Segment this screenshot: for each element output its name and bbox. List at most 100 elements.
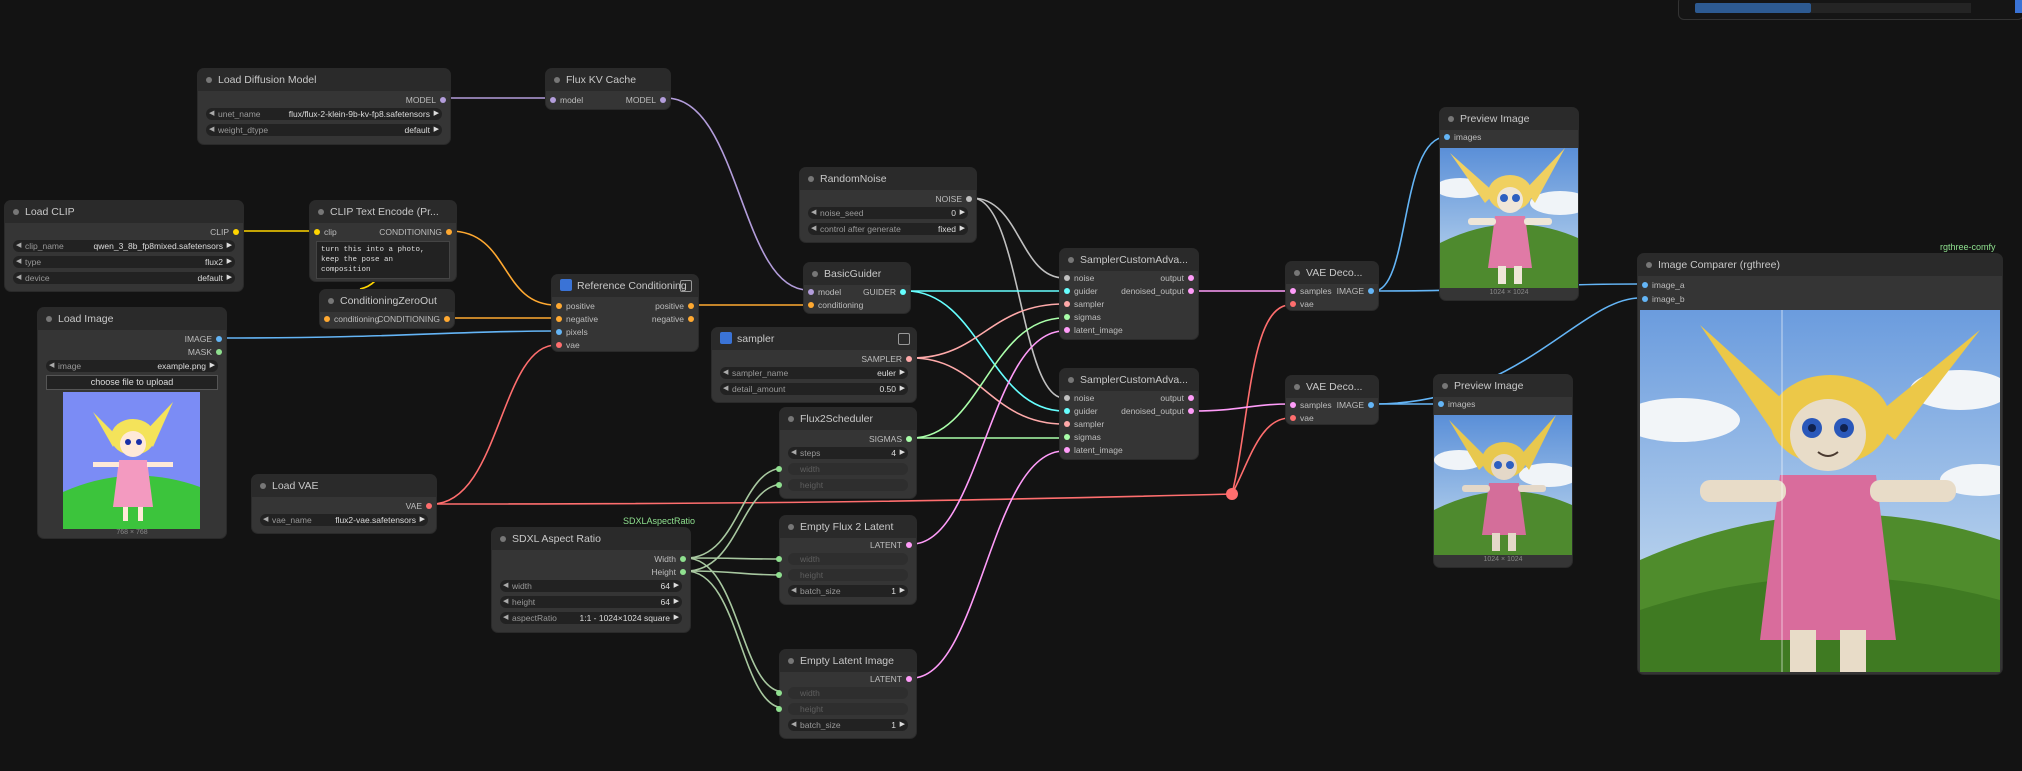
node-collapse-dot-icon[interactable] [500,536,506,542]
widget-arrow-left-icon[interactable]: ◀ [16,240,21,252]
input-sampler[interactable]: sampler [1064,299,1104,309]
widget-arrow-left-icon[interactable]: ◀ [791,447,796,459]
socket-icon[interactable] [440,97,446,103]
widget-width[interactable]: ◀ width 64 ▶ [500,580,682,592]
widget-arrow-right-icon[interactable]: ▶ [210,360,215,372]
widget-batch-size[interactable]: ◀ batch_size 1 ▶ [788,585,908,597]
socket-icon[interactable] [1064,327,1070,333]
socket-icon[interactable] [550,97,556,103]
widget-arrow-right-icon[interactable]: ▶ [674,596,679,608]
widget-unet-name[interactable]: ◀ unet_name flux/flux-2-klein-9b-kv-fp8.sa… [206,108,442,120]
node-title[interactable]: Load Image [38,308,226,330]
output-guider[interactable]: GUIDER [863,287,906,297]
socket-icon[interactable] [906,542,912,548]
node-title[interactable]: Load CLIP [5,201,243,223]
node-sampler-custom-advanced-2[interactable]: SamplerCustomAdva... noise guider sample… [1060,369,1198,459]
widget-arrow-left-icon[interactable]: ◀ [723,367,728,379]
node-title[interactable]: Flux KV Cache [546,69,670,91]
node-collapse-dot-icon[interactable] [1448,116,1454,122]
socket-icon[interactable] [1188,395,1194,401]
node-collapse-dot-icon[interactable] [1294,384,1300,390]
node-title[interactable]: VAE Deco... [1286,262,1378,284]
widget-clip-name[interactable]: ◀ clip_name qwen_3_8b_fp8mixed.safetensors… [13,240,235,252]
widget-arrow-left-icon[interactable]: ◀ [811,223,816,235]
socket-icon[interactable] [1444,134,1450,140]
node-title[interactable]: SDXL Aspect Ratio [492,528,690,550]
node-collapse-dot-icon[interactable] [788,658,794,664]
socket-icon[interactable] [1064,275,1070,281]
node-collapse-dot-icon[interactable] [1294,270,1300,276]
output-conditioning[interactable]: CONDITIONING [379,227,452,237]
widget-arrow-right-icon[interactable]: ▶ [900,383,905,395]
node-reference-conditioning[interactable]: Reference Conditioning positive negative… [552,275,698,351]
socket-icon[interactable] [556,303,562,309]
socket-icon[interactable] [1064,395,1070,401]
output-width[interactable]: Width [654,554,686,564]
socket-icon[interactable] [776,556,782,562]
node-collapse-dot-icon[interactable] [1068,257,1074,263]
socket-icon[interactable] [776,690,782,696]
output-image[interactable]: IMAGE [185,334,222,344]
widget-arrow-right-icon[interactable]: ▶ [420,514,425,526]
output-latent[interactable]: LATENT [870,540,912,550]
socket-icon[interactable] [776,572,782,578]
widget-image[interactable]: ◀ image example.png ▶ [46,360,218,372]
output-clip[interactable]: CLIP [210,227,239,237]
node-collapse-dot-icon[interactable] [318,209,324,215]
output-output[interactable]: output [1160,393,1194,403]
widget-control-after-generate[interactable]: ◀ control after generate fixed ▶ [808,223,968,235]
node-empty-flux2-latent[interactable]: Empty Flux 2 Latent LATENT width height … [776,516,916,604]
output-height[interactable]: Height [651,567,686,577]
output-model[interactable]: MODEL [626,95,666,105]
socket-icon[interactable] [1290,301,1296,307]
node-clip-text-encode[interactable]: CLIP Text Encode (Pr... clip CONDITIONIN… [310,201,456,281]
widget-weight-dtype[interactable]: ◀ weight_dtype default ▶ [206,124,442,136]
node-title[interactable]: Image Comparer (rgthree) [1638,254,2002,276]
socket-icon[interactable] [1368,288,1374,294]
input-conditioning[interactable]: conditioning [324,314,379,324]
socket-icon[interactable] [1064,288,1070,294]
input-noise[interactable]: noise [1064,393,1094,403]
socket-icon[interactable] [1188,275,1194,281]
socket-icon[interactable] [1290,402,1296,408]
input-vae[interactable]: vae [1290,413,1314,423]
node-basic-guider[interactable]: BasicGuider model conditioning GUIDER [804,263,910,313]
widget-arrow-right-icon[interactable]: ▶ [900,585,905,597]
widget-aspect-ratio[interactable]: ◀ aspectRatio 1:1 - 1024×1024 square ▶ [500,612,682,624]
widget-arrow-left-icon[interactable]: ◀ [49,360,54,372]
input-guider[interactable]: guider [1064,286,1098,296]
widget-arrow-left-icon[interactable]: ◀ [503,580,508,592]
input-image-b[interactable]: image_b [1642,294,1685,304]
widget-arrow-right-icon[interactable]: ▶ [900,447,905,459]
node-vae-decode-1[interactable]: VAE Deco... samples vae IMAGE [1286,262,1378,310]
node-collapse-dot-icon[interactable] [788,416,794,422]
socket-icon[interactable] [808,289,814,295]
node-title[interactable]: ConditioningZeroOut [320,290,454,312]
socket-icon[interactable] [1368,402,1374,408]
widget-arrow-right-icon[interactable]: ▶ [227,256,232,268]
node-title[interactable]: Preview Image [1440,108,1578,130]
socket-icon[interactable] [556,342,562,348]
widget-arrow-left-icon[interactable]: ◀ [263,514,268,526]
widget-arrow-left-icon[interactable]: ◀ [209,124,214,136]
comparer-image-canvas[interactable] [1640,310,2000,672]
node-collapse-dot-icon[interactable] [328,298,334,304]
widget-batch-size[interactable]: ◀ batch_size 1 ▶ [788,719,908,731]
node-load-diffusion-model[interactable]: Load Diffusion Model MODEL ◀ unet_name flu… [198,69,450,144]
node-load-clip[interactable]: Load CLIP CLIP ◀ clip_name qwen_3_8b_fp8mi… [5,201,243,291]
output-positive[interactable]: positive [655,301,694,311]
node-title[interactable]: Flux2Scheduler [780,408,916,430]
widget-steps[interactable]: ◀ steps 4 ▶ [788,447,908,459]
socket-icon[interactable] [216,336,222,342]
node-collapse-dot-icon[interactable] [260,483,266,489]
socket-icon[interactable] [556,329,562,335]
socket-icon[interactable] [1064,447,1070,453]
input-latent-image[interactable]: latent_image [1064,445,1123,455]
input-samples[interactable]: samples [1290,286,1332,296]
widget-arrow-right-icon[interactable]: ▶ [227,272,232,284]
input-vae[interactable]: vae [1290,299,1314,309]
socket-icon[interactable] [680,556,686,562]
output-vae[interactable]: VAE [406,501,432,511]
socket-icon[interactable] [1188,408,1194,414]
widget-arrow-right-icon[interactable]: ▶ [960,207,965,219]
